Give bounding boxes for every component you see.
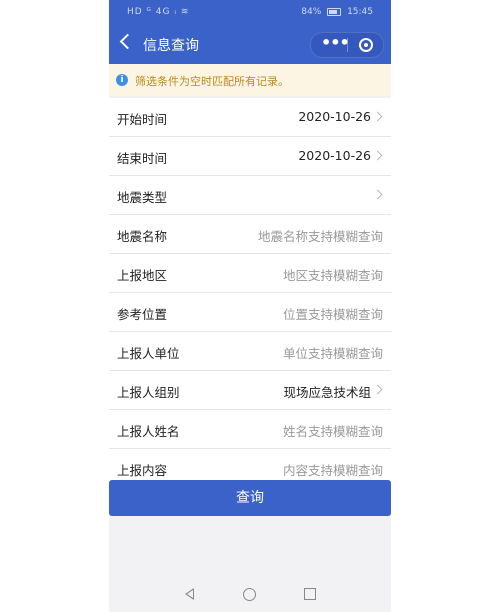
page-title: 信息查询 bbox=[143, 38, 199, 54]
row-label: 上报内容 bbox=[117, 463, 168, 478]
row-label: 结束时间 bbox=[117, 151, 168, 166]
nav-back-triangle-icon[interactable] bbox=[185, 588, 194, 600]
query-form: 开始时间 2020-10-26 结束时间 2020-10-26 地震类型 地震名… bbox=[109, 98, 391, 488]
status-bar: HD ᴳ 4G ᵢ ≋ 84% 15:45 bbox=[109, 0, 391, 24]
nav-bar: 信息查询 ••• bbox=[109, 24, 391, 64]
mini-program-capsule: ••• bbox=[310, 32, 384, 58]
row-reporter-name[interactable]: 上报人姓名 姓名支持模糊查询 bbox=[109, 410, 391, 449]
row-quake-type[interactable]: 地震类型 bbox=[109, 176, 391, 215]
row-label: 地震类型 bbox=[117, 190, 168, 205]
reporter-name-input[interactable]: 姓名支持模糊查询 bbox=[283, 421, 383, 440]
phone-screen: HD ᴳ 4G ᵢ ≋ 84% 15:45 信息查询 ••• i 筛选条件为空时… bbox=[109, 0, 391, 612]
report-area-input[interactable]: 地区支持模糊查询 bbox=[283, 265, 383, 284]
row-reporter-unit[interactable]: 上报人单位 单位支持模糊查询 bbox=[109, 332, 391, 371]
row-label: 上报人单位 bbox=[117, 346, 180, 361]
back-arrow-icon[interactable] bbox=[119, 33, 136, 50]
report-content-input[interactable]: 内容支持模糊查询 bbox=[283, 460, 383, 479]
query-button[interactable]: 查询 bbox=[109, 480, 391, 516]
battery-percent: 84% bbox=[301, 7, 322, 17]
battery-icon bbox=[327, 7, 342, 16]
row-report-area[interactable]: 上报地区 地区支持模糊查询 bbox=[109, 254, 391, 293]
chevron-right-icon bbox=[372, 384, 383, 395]
row-end-time[interactable]: 结束时间 2020-10-26 bbox=[109, 137, 391, 176]
end-time-value: 2020-10-26 bbox=[298, 148, 371, 163]
reporter-group-value: 现场应急技术组 bbox=[283, 385, 371, 400]
info-icon: i bbox=[116, 74, 128, 86]
capsule-divider bbox=[347, 38, 348, 52]
target-circle-icon[interactable] bbox=[359, 38, 373, 52]
row-quake-name[interactable]: 地震名称 地震名称支持模糊查询 bbox=[109, 215, 391, 254]
row-label: 参考位置 bbox=[117, 307, 168, 322]
row-reference-location[interactable]: 参考位置 位置支持模糊查询 bbox=[109, 293, 391, 332]
clock: 15:45 bbox=[347, 7, 373, 17]
row-label: 地震名称 bbox=[117, 229, 168, 244]
system-nav-bar bbox=[109, 580, 391, 612]
chevron-right-icon bbox=[372, 189, 383, 200]
signal-indicators: HD ᴳ 4G ᵢ ≋ bbox=[127, 7, 190, 17]
start-time-value: 2020-10-26 bbox=[298, 109, 371, 124]
quake-name-input[interactable]: 地震名称支持模糊查询 bbox=[258, 226, 383, 245]
nav-home-circle-icon[interactable] bbox=[243, 588, 256, 601]
row-label: 上报地区 bbox=[117, 268, 168, 283]
status-right: 84% 15:45 bbox=[301, 7, 373, 17]
notice-text: 筛选条件为空时匹配所有记录。 bbox=[135, 75, 289, 88]
reference-location-input[interactable]: 位置支持模糊查询 bbox=[283, 304, 383, 323]
chevron-right-icon bbox=[372, 111, 383, 122]
row-label: 开始时间 bbox=[117, 112, 168, 127]
row-start-time[interactable]: 开始时间 2020-10-26 bbox=[109, 98, 391, 137]
row-reporter-group[interactable]: 上报人组别 现场应急技术组 bbox=[109, 371, 391, 410]
row-label: 上报人组别 bbox=[117, 385, 180, 400]
chevron-right-icon bbox=[372, 150, 383, 161]
row-label: 上报人姓名 bbox=[117, 424, 180, 439]
reporter-unit-input[interactable]: 单位支持模糊查询 bbox=[283, 343, 383, 362]
more-dots-icon[interactable]: ••• bbox=[321, 35, 350, 53]
notice-bar: i 筛选条件为空时匹配所有记录。 bbox=[109, 64, 391, 96]
nav-recent-square-icon[interactable] bbox=[304, 588, 316, 600]
